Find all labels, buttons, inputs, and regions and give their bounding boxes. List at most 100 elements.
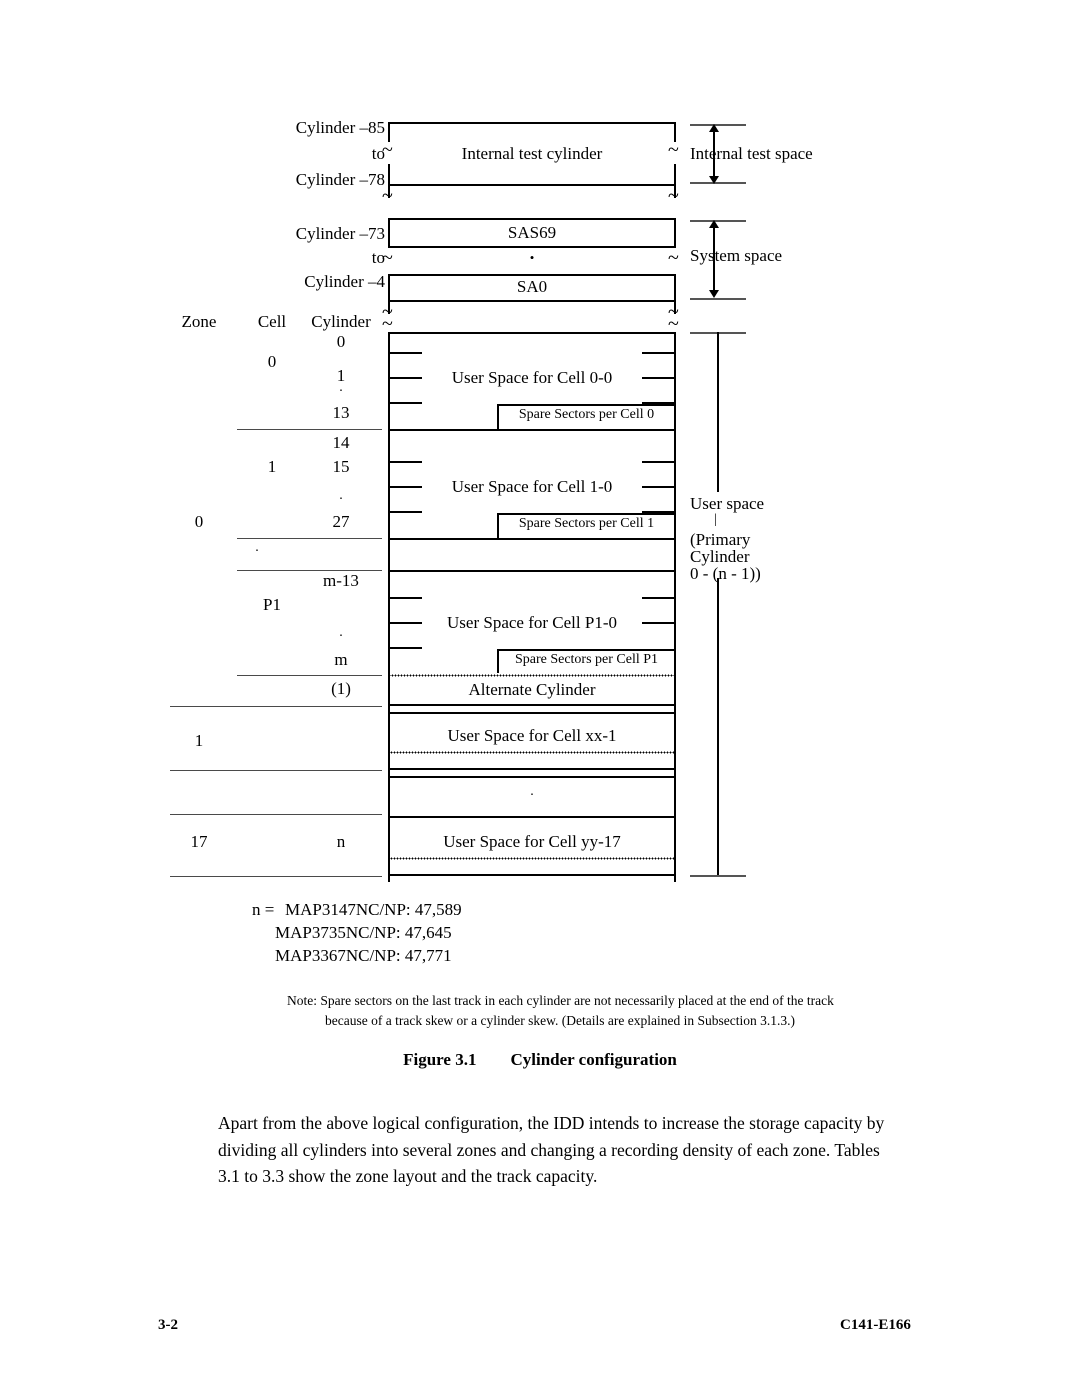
cellP1-spare-label: Spare Sectors per Cell P1 xyxy=(514,652,659,667)
cellP1-label: P1 xyxy=(263,595,281,614)
footer-document-id: C141-E166 xyxy=(840,1317,911,1333)
zone1-spare-dotted-line xyxy=(390,751,674,754)
zone0-zone1-divider xyxy=(170,706,382,708)
cell1-tick-left xyxy=(390,461,422,463)
figure-caption-title: Cylinder configuration xyxy=(510,1050,677,1069)
cell1-block-bottom xyxy=(388,538,676,540)
internal-test-space-label: Internal test space xyxy=(690,144,813,163)
cellP1-tick-left xyxy=(390,647,422,649)
column-header-cell: Cell xyxy=(257,312,287,331)
cylinder-configuration-figure: Cylinder –85 to Cylinder –78 ~ ~ ~ ~ Int… xyxy=(0,0,1080,1028)
internal-test-range-line3: Cylinder –78 xyxy=(295,170,385,189)
break-tilde-icon: ~ xyxy=(382,185,393,207)
cell0-tick-right xyxy=(642,352,674,354)
cell0-block-top xyxy=(388,332,676,334)
system-space-label: System space xyxy=(690,246,783,265)
cell0-cylinder-13: 13 xyxy=(332,403,350,422)
break-tilde-icon: ~ xyxy=(668,313,679,335)
system-box-sa0-top xyxy=(388,274,676,276)
alternate-cylinder-bottom xyxy=(388,704,676,706)
arrow-up-icon xyxy=(709,220,719,228)
internal-test-range-line2: to xyxy=(371,144,385,163)
cell0-block-bottom xyxy=(388,429,676,431)
zone17-divider-bottom xyxy=(170,876,382,878)
system-box-sas69-label: SAS69 xyxy=(507,223,557,242)
column-header-zone: Zone xyxy=(181,312,217,331)
internal-test-range-line1: Cylinder –85 xyxy=(295,118,385,137)
zone17-cylinder-n: n xyxy=(336,832,346,851)
zone17-spare-dotted-line xyxy=(390,857,674,860)
internal-test-box-bottom xyxy=(388,184,676,186)
user-space-bracket-cap-bottom xyxy=(690,875,746,877)
user-space-bracket-line-upper xyxy=(717,332,719,492)
cell1-cylinder-ellipsis: . xyxy=(339,488,343,503)
system-range-line3: Cylinder –4 xyxy=(304,272,385,291)
cellP1-user-space-label: User Space for Cell P1-0 xyxy=(447,613,617,632)
cell1-label: 1 xyxy=(267,457,277,476)
zone1-block-top xyxy=(388,712,676,714)
figure-caption: Figure 3.1 Cylinder configuration xyxy=(0,1050,1080,1070)
zone-gap-top xyxy=(388,776,676,778)
cell0-label: 0 xyxy=(267,352,277,371)
cellP1-alternate-divider xyxy=(237,675,382,677)
arrow-down-icon xyxy=(709,290,719,298)
system-box-sas69-top xyxy=(388,218,676,220)
system-box-sa0-bottom xyxy=(388,300,676,302)
cellP1-block-top xyxy=(388,570,676,572)
zones-middle-ellipsis: . xyxy=(530,784,534,799)
internal-test-cylinder-label: Internal test cylinder xyxy=(461,144,603,163)
zone17-divider-top xyxy=(170,814,382,816)
cellP1-spare-box-top xyxy=(497,649,676,651)
cellP1-cylinder-m: m xyxy=(334,650,348,669)
arrow-up-icon xyxy=(709,124,719,132)
column-header-cylinder: Cylinder xyxy=(311,312,371,331)
alternate-cylinder-dotted-top xyxy=(388,674,676,677)
internal-test-box-left-lower xyxy=(388,164,390,186)
system-box-ellipsis: • xyxy=(529,250,535,265)
user-space-bracket-line5: 0 - (n - 1)) xyxy=(690,564,761,583)
n-value-row: MAP3735NC/NP: 47,645 xyxy=(275,923,452,942)
zone1-block-bottom xyxy=(388,768,676,770)
cell1-spare-label: Spare Sectors per Cell 1 xyxy=(518,516,655,531)
figure-note-line1: Note: Spare sectors on the last track in… xyxy=(287,993,834,1008)
alternate-cylinder-label: Alternate Cylinder xyxy=(468,680,596,699)
n-value-row: MAP3147NC/NP: 47,589 xyxy=(285,900,462,919)
break-tilde-icon: ~ xyxy=(382,313,393,335)
cellP1-cylinder-m13: m-13 xyxy=(323,571,359,590)
cell1-cylinder-27: 27 xyxy=(332,512,350,531)
zone17-block-bottom xyxy=(388,874,676,876)
body-paragraph: Apart from the above logical configurati… xyxy=(218,1113,885,1187)
zone1-user-space-label: User Space for Cell xx-1 xyxy=(447,726,617,745)
system-range-line2: to xyxy=(371,248,385,267)
system-box-sa0-label: SA0 xyxy=(516,277,548,296)
cell1-tick-left xyxy=(390,511,422,513)
user-space-bracket-line2: | xyxy=(714,512,717,527)
zone17-user-space-label: User Space for Cell yy-17 xyxy=(443,832,621,851)
cell0-tick-left xyxy=(390,402,422,404)
n-value-row: MAP3367NC/NP: 47,771 xyxy=(275,946,452,965)
cell0-cylinder-ellipsis: . xyxy=(339,380,343,395)
zone17-block-top xyxy=(388,816,676,818)
cell0-spare-box-top xyxy=(497,404,676,406)
system-space-cap-bottom xyxy=(690,298,746,300)
internal-test-box-right-lower xyxy=(674,164,676,186)
user-space-bracket-line1: User space xyxy=(690,494,765,513)
cell1-user-space-label: User Space for Cell 1-0 xyxy=(451,477,613,496)
cell1-spare-box-top xyxy=(497,513,676,515)
cell0-user-space-label: User Space for Cell 0-0 xyxy=(451,368,613,387)
cells-ellipsis: . xyxy=(255,540,259,555)
internal-test-box-top xyxy=(388,122,676,124)
figure-caption-number: Figure 3.1 xyxy=(403,1050,477,1069)
cell0-cell1-divider xyxy=(237,429,382,431)
break-tilde-icon: ~ xyxy=(668,185,679,207)
cellP1-cylinder-ellipsis: . xyxy=(339,625,343,640)
cellP1-tick-left xyxy=(390,597,422,599)
n-values-prefix: n = xyxy=(252,900,275,919)
arrow-down-icon xyxy=(709,176,719,184)
cell0-spare-label: Spare Sectors per Cell 0 xyxy=(518,407,655,422)
cell1-cylinder-15: 15 xyxy=(332,457,350,476)
cell1-cylinder-14: 14 xyxy=(332,433,350,452)
cellP1-tick-right xyxy=(642,597,674,599)
system-box-sas69-bottom xyxy=(388,246,676,248)
zone1-label: 1 xyxy=(194,731,204,750)
